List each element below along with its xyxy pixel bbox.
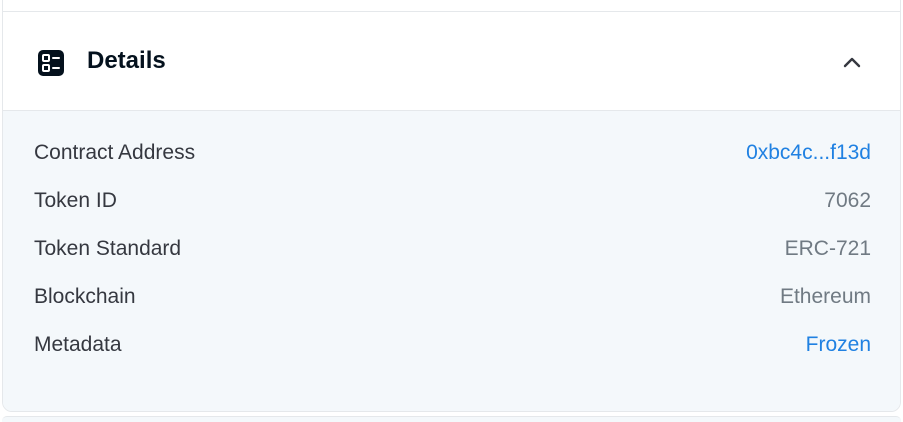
- detail-row-token-standard: Token Standard ERC-721: [34, 233, 871, 265]
- metadata-frozen-link[interactable]: Frozen: [806, 329, 871, 361]
- detail-row-blockchain: Blockchain Ethereum: [34, 281, 871, 313]
- detail-row-contract-address: Contract Address 0xbc4c...f13d: [34, 137, 871, 169]
- blockchain-value: Ethereum: [779, 285, 871, 308]
- detail-row-metadata: Metadata Frozen: [34, 329, 871, 361]
- contract-address-label: Contract Address: [34, 141, 196, 164]
- blockchain-label: Blockchain: [34, 285, 136, 308]
- metadata-label: Metadata: [34, 333, 122, 356]
- token-id-label: Token ID: [34, 189, 117, 212]
- chevron-up-icon[interactable]: [842, 54, 862, 70]
- token-standard-label: Token Standard: [34, 237, 182, 260]
- detail-row-token-id: Token ID 7062: [34, 185, 871, 217]
- details-panel-view: Details Contract Address 0xbc4c...f13d T…: [0, 0, 903, 422]
- details-panel: Details Contract Address 0xbc4c...f13d T…: [2, 0, 901, 412]
- details-content: Contract Address 0xbc4c...f13d Token ID …: [3, 111, 900, 411]
- token-standard-value: ERC-721: [784, 237, 871, 260]
- details-header[interactable]: Details: [3, 11, 900, 111]
- details-list-icon: [37, 49, 65, 77]
- token-id-value: 7062: [824, 189, 871, 212]
- details-title: Details: [87, 47, 166, 74]
- contract-address-link[interactable]: 0xbc4c...f13d: [746, 137, 871, 169]
- next-panel-edge: [2, 416, 901, 422]
